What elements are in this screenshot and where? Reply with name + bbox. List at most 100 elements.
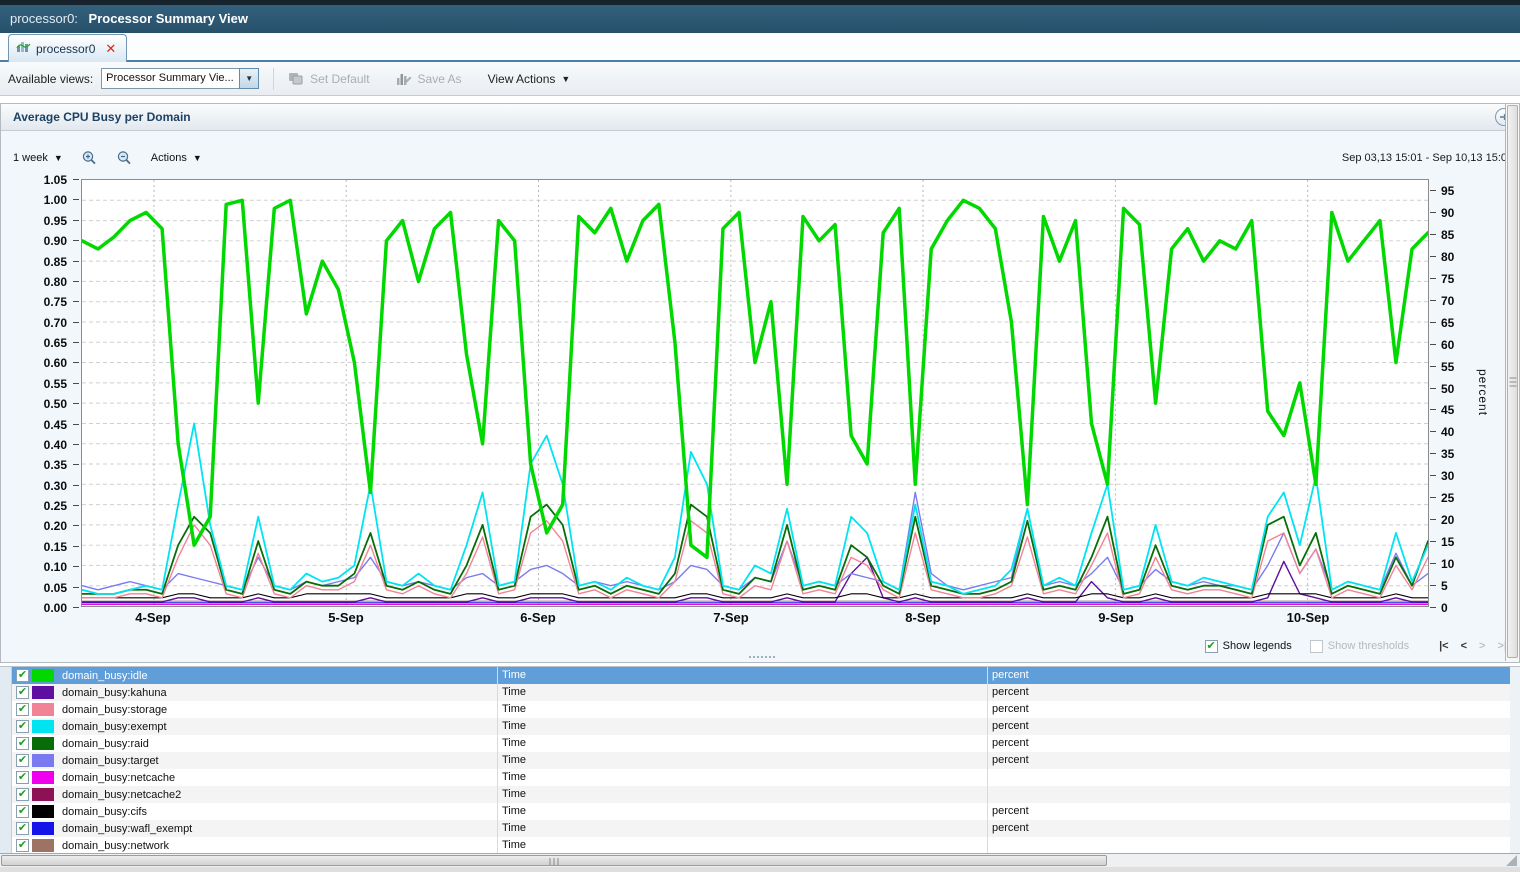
left-axis-tick-mark [73, 179, 79, 180]
right-axis-tick-label: 35 [1441, 447, 1455, 461]
green-check-icon: ✔ [17, 805, 28, 817]
zoom-in-button[interactable] [81, 150, 98, 166]
vertical-scrollbar-thumb[interactable] [1507, 105, 1518, 658]
legend-row[interactable]: ✔ domain_busy:raid Time percent [12, 735, 1510, 752]
green-check-icon: ✔ [17, 737, 28, 749]
available-views-value[interactable]: Processor Summary Vie... [101, 68, 240, 89]
chart-title: Average CPU Busy per Domain [13, 110, 191, 124]
first-page-button[interactable]: |< [1439, 640, 1449, 652]
legend-checkbox[interactable]: ✔ [16, 754, 29, 767]
show-thresholds-checkbox[interactable] [1309, 639, 1323, 653]
tab-processor0[interactable]: processor0 ✕ [8, 34, 128, 62]
x-axis-tick-label: 6-Sep [520, 610, 556, 625]
horizontal-scrollbar[interactable] [0, 853, 1520, 867]
chart-toolbar: 1 week ▼ Actions ▼ [13, 148, 220, 168]
legend-row[interactable]: ✔ domain_busy:wafl_exempt Time percent [12, 820, 1510, 837]
right-axis-tick-mark [1430, 300, 1436, 301]
legend-series-name: domain_busy:netcache2 [62, 788, 182, 801]
horizontal-scrollbar-thumb[interactable] [1, 855, 1107, 866]
time-range-dropdown[interactable]: 1 week ▼ [13, 152, 63, 164]
right-axis-tick-label: 80 [1441, 250, 1455, 264]
chart-actions-label: Actions [150, 152, 187, 164]
set-default-label: Set Default [310, 71, 370, 86]
right-axis-tick-label: 20 [1441, 513, 1455, 527]
legend-series-name: domain_busy:cifs [62, 805, 147, 818]
show-legends-checkbox[interactable]: ✔ [1204, 639, 1218, 653]
right-axis-tick-mark [1430, 190, 1436, 191]
legend-row[interactable]: ✔ domain_busy:cifs Time percent [12, 803, 1510, 820]
right-axis-tick-label: 25 [1441, 491, 1455, 505]
right-axis-tick-mark [1430, 607, 1436, 608]
legend-checkbox[interactable]: ✔ [16, 771, 29, 784]
left-axis-tick-label: 0.50 [43, 397, 67, 411]
legend-color-swatch [32, 805, 54, 818]
legend-checkbox[interactable]: ✔ [16, 720, 29, 733]
left-axis-tick-label: 0.60 [43, 356, 67, 370]
green-check-icon: ✔ [1206, 639, 1216, 652]
next-page-button[interactable]: > [1479, 640, 1485, 652]
vertical-scrollbar[interactable] [1505, 104, 1519, 661]
right-axis-tick-label: 45 [1441, 403, 1455, 417]
save-as-button[interactable]: Save As [396, 72, 462, 86]
green-check-icon: ✔ [17, 771, 28, 783]
legend-checkbox[interactable]: ✔ [16, 737, 29, 750]
left-axis-tick-label: 0.70 [43, 316, 67, 330]
legend-row[interactable]: ✔ domain_busy:network Time [12, 837, 1510, 854]
series-line-domain_busy:raid [81, 503, 1429, 595]
green-check-icon: ✔ [17, 754, 28, 766]
legend-checkbox[interactable]: ✔ [16, 788, 29, 801]
previous-page-button[interactable]: < [1461, 640, 1467, 652]
legend-unit-cell: percent [987, 735, 1470, 752]
legend-checkbox[interactable]: ✔ [16, 805, 29, 818]
legend-checkbox[interactable]: ✔ [16, 703, 29, 716]
legend-counter-cell: Time [497, 718, 987, 735]
left-axis-tick-mark [73, 240, 79, 241]
legend-checkbox[interactable]: ✔ [16, 822, 29, 835]
right-axis-tick-label: 30 [1441, 469, 1455, 483]
splitter-grip[interactable] [749, 656, 775, 660]
legend-unit-cell: percent [987, 820, 1470, 837]
legend-counter-cell: Time [497, 837, 987, 854]
legend-row[interactable]: ✔ domain_busy:exempt Time percent [12, 718, 1510, 735]
left-axis-tick-label: 0.20 [43, 519, 67, 533]
legend-row[interactable]: ✔ domain_busy:netcache2 Time [12, 786, 1510, 803]
left-axis-tick-label: 1.05 [43, 173, 67, 187]
caret-down-icon: ▼ [192, 153, 202, 163]
chart-actions-dropdown[interactable]: Actions ▼ [151, 152, 202, 164]
legend-row[interactable]: ✔ domain_busy:netcache Time [12, 769, 1510, 786]
combo-caret-button[interactable]: ▼ [239, 68, 260, 89]
legend-table: ✔ domain_busy:idle Time percent ✔ domain_busy… [0, 666, 1520, 854]
left-axis-tick-mark [73, 566, 79, 567]
legend-series-name: domain_busy:idle [62, 669, 148, 682]
view-toolbar: Available views: Processor Summary Vie..… [0, 62, 1520, 96]
plot-area[interactable] [80, 179, 1430, 607]
legend-unit-cell [987, 786, 1470, 803]
left-axis-tick-label: 0.95 [43, 214, 67, 228]
legend-row[interactable]: ✔ domain_busy:kahuna Time percent [12, 684, 1510, 701]
view-actions-button[interactable]: View Actions ▼ [488, 72, 571, 86]
legend-color-swatch [32, 720, 54, 733]
left-axis-tick-mark [73, 587, 79, 588]
legend-checkbox[interactable]: ✔ [16, 669, 29, 682]
set-default-button[interactable]: Set Default [288, 71, 370, 86]
available-views-combo[interactable]: Processor Summary Vie... ▼ [101, 68, 260, 89]
legend-checkbox[interactable]: ✔ [16, 839, 29, 852]
legend-checkbox[interactable]: ✔ [16, 686, 29, 699]
legend-row[interactable]: ✔ domain_busy:storage Time percent [12, 701, 1510, 718]
right-axis-tick-label: 10 [1441, 557, 1455, 571]
zoom-out-button[interactable] [116, 150, 133, 166]
left-axis-tick-mark [73, 464, 79, 465]
resize-grip-icon[interactable] [1506, 855, 1517, 866]
caret-down-icon: ▼ [245, 74, 254, 83]
legend-unit-cell [987, 837, 1470, 854]
legend-row[interactable]: ✔ domain_busy:idle Time percent [12, 667, 1510, 684]
left-axis-tick-mark [73, 546, 79, 547]
legend-row[interactable]: ✔ domain_busy:target Time percent [12, 752, 1510, 769]
page-navigation: |< < > >| [1427, 640, 1507, 652]
x-axis-tick-label: 10-Sep [1286, 610, 1330, 625]
close-tab-icon[interactable]: ✕ [105, 41, 116, 57]
show-legends-label: Show legends [1222, 640, 1292, 652]
right-axis-tick-mark [1430, 475, 1436, 476]
right-axis-tick-label: 95 [1441, 184, 1455, 198]
right-axis-tick-mark [1430, 453, 1436, 454]
